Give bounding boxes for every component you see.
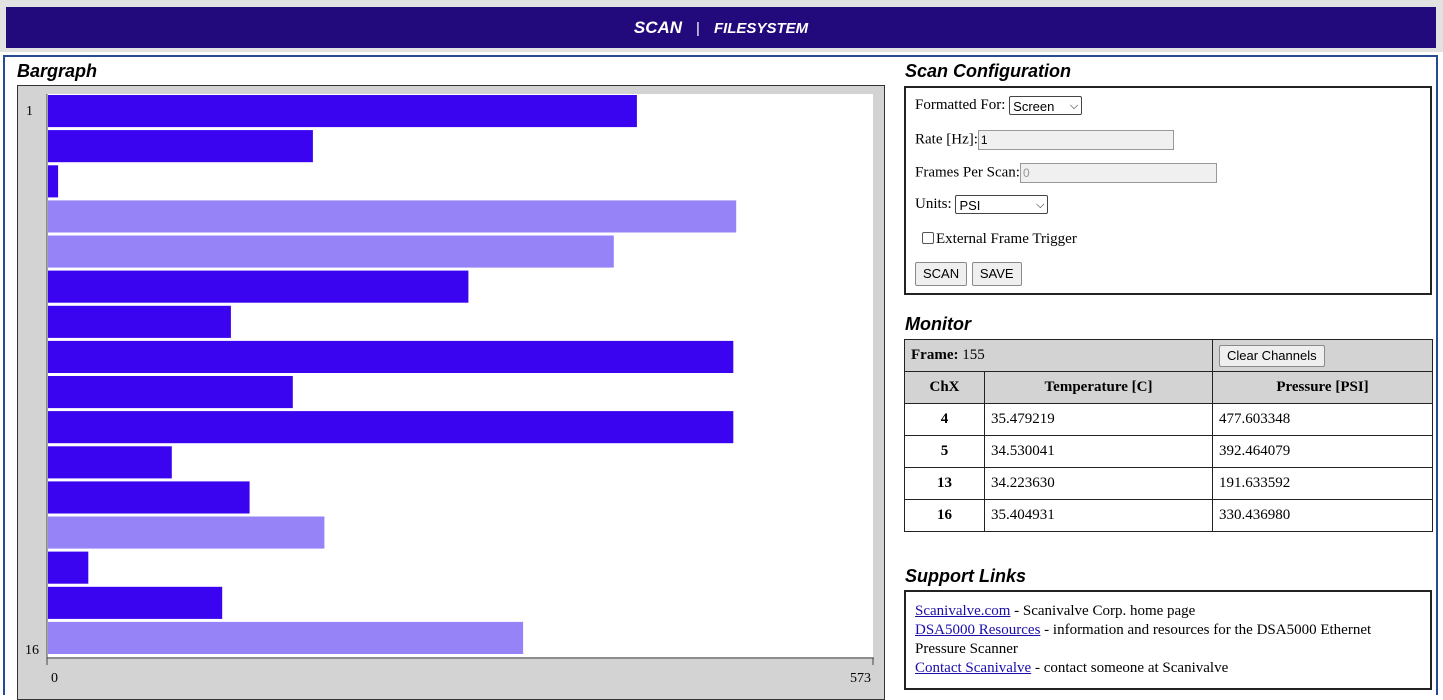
bar-channel-1 bbox=[48, 95, 637, 128]
clear-channels-button[interactable]: Clear Channels bbox=[1219, 344, 1325, 367]
bar-channel-8 bbox=[48, 340, 734, 373]
bar-channel-2 bbox=[48, 130, 313, 163]
bar-channel-15 bbox=[48, 586, 223, 619]
units-select[interactable]: PSI ⌵ bbox=[955, 195, 1049, 214]
bar-channel-16 bbox=[48, 621, 524, 654]
chevron-down-icon: ⌵ bbox=[1036, 199, 1045, 211]
external-trigger-label: External Frame Trigger bbox=[936, 231, 1077, 247]
scan-config-title: Scan Configuration bbox=[905, 61, 1071, 81]
nav-scan-link[interactable]: SCAN bbox=[634, 18, 682, 37]
pressure-cell: 477.603348 bbox=[1212, 403, 1433, 436]
nav-filesystem-link[interactable]: FILESYSTEM bbox=[714, 20, 808, 37]
external-trigger-checkbox[interactable] bbox=[922, 232, 934, 244]
bar-channel-5 bbox=[48, 235, 614, 268]
formatted-for-select[interactable]: Screen ⌵ bbox=[1009, 96, 1083, 115]
support-link-item: DSA5000 Resources - information and reso… bbox=[915, 621, 1421, 659]
pressure-cell: 191.633592 bbox=[1212, 467, 1433, 500]
table-row: 4 35.479219 477.603348 bbox=[904, 403, 1433, 436]
temperature-cell: 35.479219 bbox=[984, 403, 1213, 436]
top-bar: SCAN | FILESYSTEM bbox=[0, 0, 1443, 52]
bar-channel-7 bbox=[48, 305, 231, 338]
temperature-cell: 35.404931 bbox=[984, 499, 1213, 532]
link-description: - contact someone at Scanivalve bbox=[1031, 660, 1229, 676]
monitor-frame-row: Frame: 155 Clear Channels bbox=[904, 339, 1433, 372]
bar-channel-12 bbox=[48, 481, 250, 514]
bar-channel-3 bbox=[48, 165, 59, 198]
bar-channel-6 bbox=[48, 270, 469, 303]
bar-channel-9 bbox=[48, 376, 293, 409]
x-label-min: 0 bbox=[51, 671, 58, 686]
units-value: PSI bbox=[959, 198, 981, 213]
monitor-header-row: ChX Temperature [C] Pressure [PSI] bbox=[904, 371, 1433, 404]
scanivalve-link[interactable]: Scanivalve.com bbox=[915, 603, 1010, 619]
formatted-for-row: Formatted For: Screen ⌵ bbox=[915, 96, 1083, 115]
header-chx: ChX bbox=[904, 371, 985, 404]
frame-label: Frame: bbox=[911, 347, 959, 363]
channel-cell: 16 bbox=[904, 499, 985, 532]
frame-value: 155 bbox=[962, 347, 985, 363]
table-row: 5 34.530041 392.464079 bbox=[904, 435, 1433, 468]
channel-cell: 4 bbox=[904, 403, 985, 436]
header-temperature: Temperature [C] bbox=[984, 371, 1213, 404]
bargraph-panel: 1 16 0 573 bbox=[17, 85, 885, 700]
rate-label: Rate [Hz]: bbox=[915, 131, 978, 148]
table-row: 13 34.223630 191.633592 bbox=[904, 467, 1433, 500]
pressure-cell: 330.436980 bbox=[1212, 499, 1433, 532]
link-description: - Scanivalve Corp. home page bbox=[1010, 603, 1196, 619]
dsa5000-resources-link[interactable]: DSA5000 Resources bbox=[915, 622, 1040, 638]
bar-channel-13 bbox=[48, 516, 325, 549]
units-label: Units: bbox=[915, 195, 952, 212]
temperature-cell: 34.223630 bbox=[984, 467, 1213, 500]
bar-channel-14 bbox=[48, 551, 89, 584]
nav-bar: SCAN | FILESYSTEM bbox=[6, 7, 1436, 48]
frames-input[interactable]: 0 bbox=[1019, 163, 1217, 183]
bargraph-chart: 1 16 0 573 bbox=[25, 94, 874, 686]
scan-config-box: Formatted For: Screen ⌵ Rate [Hz]: 1 Frame… bbox=[904, 86, 1432, 295]
config-buttons-row: SCAN SAVE bbox=[915, 262, 1022, 286]
y-label-last: 16 bbox=[25, 643, 39, 658]
frame-cell: Frame: 155 bbox=[904, 339, 1213, 372]
external-trigger-row: External Frame Trigger bbox=[922, 231, 1077, 248]
frames-row: Frames Per Scan: 0 bbox=[915, 163, 1217, 183]
bargraph-title: Bargraph bbox=[17, 61, 98, 81]
frames-label: Frames Per Scan: bbox=[915, 164, 1020, 181]
bar-channel-11 bbox=[48, 446, 172, 479]
table-row: 16 35.404931 330.436980 bbox=[904, 499, 1433, 532]
bar-channel-10 bbox=[48, 411, 734, 444]
contact-scanivalve-link[interactable]: Contact Scanivalve bbox=[915, 660, 1031, 676]
scan-button[interactable]: SCAN bbox=[915, 262, 968, 286]
formatted-for-label: Formatted For: bbox=[915, 96, 1006, 113]
formatted-for-value: Screen bbox=[1013, 99, 1055, 114]
nav-separator: | bbox=[696, 20, 700, 37]
monitor-table: Frame: 155 Clear Channels ChX Temperatur… bbox=[904, 339, 1433, 532]
save-button[interactable]: SAVE bbox=[971, 262, 1022, 286]
y-label-first: 1 bbox=[26, 104, 33, 119]
rate-input[interactable]: 1 bbox=[977, 130, 1174, 150]
bar-channel-4 bbox=[48, 200, 737, 233]
plot-area bbox=[47, 94, 873, 657]
channel-cell: 13 bbox=[904, 467, 985, 500]
units-row: Units: PSI ⌵ bbox=[915, 195, 1049, 214]
channel-cell: 5 bbox=[904, 435, 985, 468]
monitor-title: Monitor bbox=[905, 314, 971, 334]
header-pressure: Pressure [PSI] bbox=[1212, 371, 1433, 404]
support-title: Support Links bbox=[905, 566, 1026, 586]
support-link-item: Scanivalve.com - Scanivalve Corp. home p… bbox=[915, 602, 1421, 621]
chevron-down-icon: ⌵ bbox=[1069, 100, 1079, 112]
temperature-cell: 34.530041 bbox=[984, 435, 1213, 468]
rate-row: Rate [Hz]: 1 bbox=[915, 130, 1174, 150]
clear-cell: Clear Channels bbox=[1212, 339, 1433, 372]
x-label-max: 573 bbox=[850, 671, 871, 686]
support-links-box: Scanivalve.com - Scanivalve Corp. home p… bbox=[904, 590, 1432, 690]
support-link-item: Contact Scanivalve - contact someone at … bbox=[915, 659, 1421, 678]
pressure-cell: 392.464079 bbox=[1212, 435, 1433, 468]
